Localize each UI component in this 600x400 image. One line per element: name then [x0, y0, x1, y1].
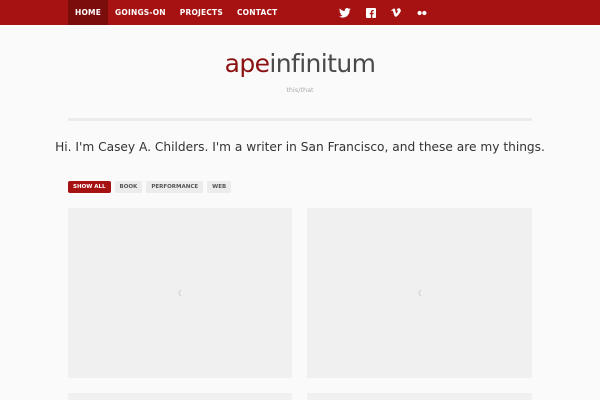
facebook-icon[interactable]: [364, 6, 377, 19]
portfolio-card[interactable]: [307, 393, 532, 400]
portfolio-card[interactable]: [68, 393, 292, 400]
portfolio-filters: SHOW ALL BOOK PERFORMANCE WEB: [68, 181, 232, 193]
filter-show-all[interactable]: SHOW ALL: [68, 181, 111, 193]
facebook-icon-glyph: [365, 7, 376, 18]
logo-part-ape: ape: [224, 49, 270, 78]
portfolio-card[interactable]: [68, 208, 292, 378]
top-navigation-bar: HOME GOINGS-ON PROJECTS CONTACT: [0, 0, 600, 25]
main-nav: HOME GOINGS-ON PROJECTS CONTACT: [68, 0, 284, 25]
site-logo[interactable]: apeinfinitum: [0, 47, 600, 81]
nav-item-goings-on[interactable]: GOINGS-ON: [108, 0, 173, 25]
logo-part-infinitum: infinitum: [269, 49, 376, 78]
loading-spinner-icon: [178, 289, 182, 297]
nav-item-home[interactable]: HOME: [68, 0, 109, 25]
header-divider: [68, 118, 532, 121]
filter-performance[interactable]: PERFORMANCE: [146, 181, 204, 193]
flickr-icon-glyph: [417, 10, 426, 15]
twitter-icon[interactable]: [338, 6, 351, 19]
loading-spinner-icon: [418, 289, 421, 297]
vimeo-icon[interactable]: [389, 6, 402, 19]
flickr-icon[interactable]: [415, 6, 428, 19]
intro-text: Hi. I'm Casey A. Childers. I'm a writer …: [55, 140, 545, 154]
site-tagline: this/that: [286, 86, 314, 94]
vimeo-icon-glyph: [390, 8, 401, 17]
nav-item-projects[interactable]: PROJECTS: [173, 0, 230, 25]
filter-web[interactable]: WEB: [207, 181, 232, 193]
portfolio-card[interactable]: [307, 208, 532, 378]
filter-book[interactable]: BOOK: [114, 181, 143, 193]
nav-item-contact[interactable]: CONTACT: [230, 0, 285, 25]
twitter-icon-glyph: [338, 7, 351, 18]
